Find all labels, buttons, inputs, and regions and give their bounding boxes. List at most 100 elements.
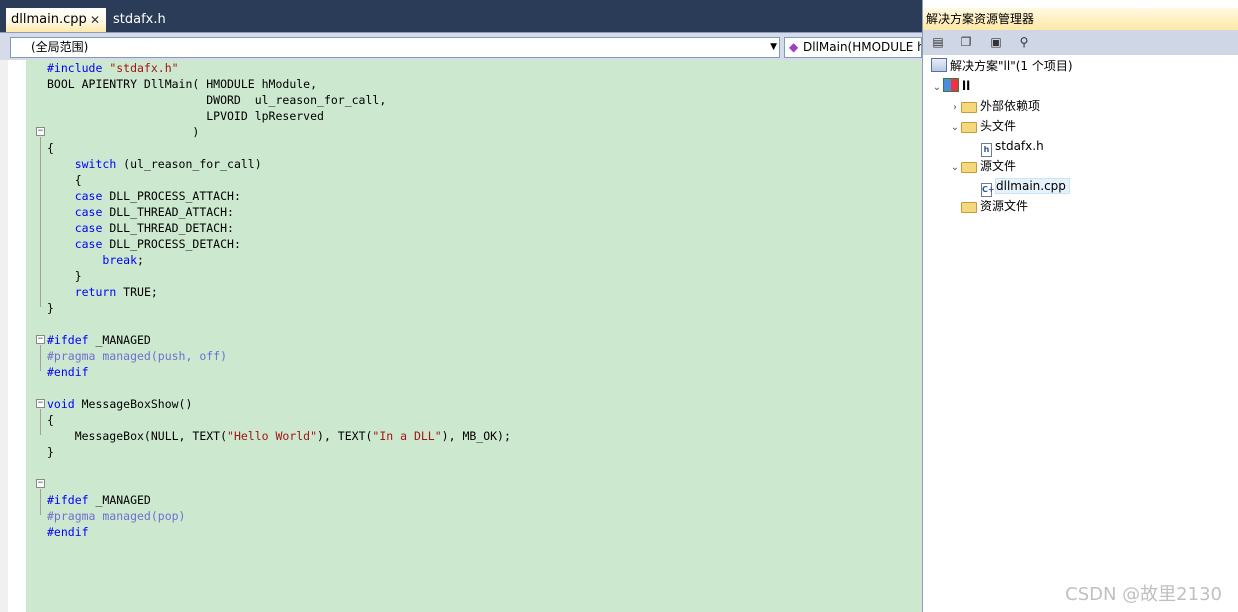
close-icon[interactable]: ✕ [90, 8, 100, 32]
collapse-icon[interactable]: − [36, 399, 45, 408]
code-line[interactable]: switch (ul_reason_for_call) [47, 156, 262, 172]
code-line[interactable]: case DLL_PROCESS_DETACH: [47, 236, 241, 252]
show-all-files-icon[interactable]: ❐ [957, 34, 975, 51]
expand-chevron-icon[interactable]: ⌄ [949, 158, 961, 178]
code-line[interactable]: } [47, 444, 54, 460]
code-line[interactable]: #include "stdafx.h" [47, 60, 179, 76]
code-token: #include [47, 61, 110, 75]
outline-line [40, 489, 41, 515]
outline-line [40, 137, 41, 307]
folder-icon [961, 102, 977, 113]
code-token: "Hello World" [227, 429, 318, 443]
code-token: DLL_THREAD_DETACH: [102, 221, 234, 235]
tree-item[interactable]: h stdafx.h [969, 136, 1044, 157]
code-token: DLL_PROCESS_DETACH: [102, 237, 241, 251]
tree-item[interactable]: ⌄ 头文件 [949, 116, 1016, 136]
code-line[interactable]: #endif [47, 524, 89, 540]
code-token: (ul_reason_for_call) [116, 157, 262, 171]
code-token: LPVOID lpReserved [47, 109, 324, 123]
expand-chevron-icon[interactable]: › [949, 98, 961, 118]
tree-item[interactable]: C+dllmain.cpp [969, 176, 1070, 197]
code-token: ), TEXT( [317, 429, 373, 443]
editor-gutter [0, 60, 26, 612]
tree-item-label: 解决方案"ll"(1 个项目) [950, 59, 1073, 73]
code-token: #endif [47, 525, 89, 539]
code-line[interactable]: break; [47, 252, 144, 268]
code-line[interactable]: { [47, 412, 54, 428]
code-line[interactable]: #pragma managed(pop) [47, 508, 185, 524]
document-tabs: dllmain.cpp ✕ stdafx.h [0, 8, 922, 32]
tree-item-label: 头文件 [980, 119, 1017, 133]
code-token: ), MB_OK); [441, 429, 511, 443]
scope-dropdown[interactable]: (全局范围) ▼ [10, 37, 780, 58]
code-token: ) [47, 125, 200, 139]
tree-item[interactable]: 解决方案"ll"(1 个项目) [931, 56, 1073, 76]
refresh-icon[interactable]: ▣ [987, 34, 1005, 51]
cpp-file-icon: C+ [981, 183, 995, 197]
properties-icon[interactable]: ▤ [929, 34, 947, 51]
code-token: case [74, 189, 103, 203]
code-line[interactable]: #pragma managed(push, off) [47, 348, 227, 364]
collapse-icon[interactable]: − [36, 479, 45, 488]
method-icon: ◆ [789, 40, 799, 54]
tree-item[interactable]: › 外部依赖项 [949, 96, 1040, 116]
tree-item[interactable]: ⌄ 源文件 [949, 156, 1016, 176]
code-line[interactable]: BOOL APIENTRY DllMain( HMODULE hModule, [47, 76, 317, 92]
tree-item[interactable]: 资源文件 [949, 196, 1028, 216]
code-line[interactable]: DWORD ul_reason_for_call, [47, 92, 386, 108]
explorer-title: 解决方案资源管理器 [923, 8, 1238, 30]
tree-item-label: stdafx.h [995, 139, 1044, 153]
folder-open-icon [961, 162, 977, 173]
member-dropdown[interactable]: ◆ DllMain(HMODULE h [784, 37, 922, 58]
code-line[interactable]: #ifdef _MANAGED [47, 332, 151, 348]
code-line[interactable]: } [47, 300, 54, 316]
tree-item[interactable]: ⌄ ll [931, 76, 970, 96]
view-class-diagram-icon[interactable]: ⚲ [1015, 34, 1033, 51]
code-line[interactable]: void MessageBoxShow() [47, 396, 192, 412]
code-token: _MANAGED [88, 333, 151, 347]
code-token: #pragma managed(pop) [47, 509, 186, 523]
code-line[interactable]: ) [47, 124, 199, 140]
code-line[interactable]: } [47, 268, 82, 284]
code-line[interactable]: return TRUE; [47, 284, 158, 300]
tree-item-label: 资源文件 [980, 199, 1029, 213]
code-token: MessageBoxShow() [74, 397, 193, 411]
code-token: { [47, 173, 82, 187]
code-line[interactable]: LPVOID lpReserved [47, 108, 324, 124]
code-token: } [47, 269, 82, 283]
expand-chevron-icon[interactable]: ⌄ [931, 78, 943, 98]
member-value: DllMain(HMODULE h [803, 40, 922, 54]
tree-item-label: dllmain.cpp [995, 178, 1070, 194]
code-line[interactable]: { [47, 140, 54, 156]
code-token: TRUE; [116, 285, 158, 299]
tab-dllmain-cpp[interactable]: dllmain.cpp ✕ [6, 8, 106, 32]
collapse-icon[interactable]: − [36, 335, 45, 344]
code-area[interactable]: #include "stdafx.h" BOOL APIENTRY DllMain… [26, 60, 922, 612]
code-line[interactable]: case DLL_PROCESS_ATTACH: [47, 188, 241, 204]
outline-line [40, 345, 41, 371]
code-token: return [74, 285, 117, 299]
code-line[interactable]: #endif [47, 364, 89, 380]
code-token: } [47, 445, 54, 459]
code-token: #endif [47, 365, 89, 379]
code-token: _MANAGED [88, 493, 151, 507]
dropdown-arrow-icon[interactable]: ▼ [770, 38, 777, 57]
collapse-icon[interactable]: − [36, 127, 45, 136]
code-line[interactable]: #ifdef _MANAGED [47, 492, 151, 508]
code-line[interactable]: { [47, 172, 82, 188]
tab-stdafx-h[interactable]: stdafx.h [108, 8, 178, 32]
code-line[interactable]: MessageBox(NULL, TEXT("Hello World"), TE… [47, 428, 511, 444]
tree-item-label: ll [962, 79, 971, 93]
outline-line [40, 409, 41, 435]
expand-chevron-icon[interactable]: ⌄ [949, 118, 961, 138]
tab-label: stdafx.h [113, 12, 166, 27]
code-token: ; [137, 253, 144, 267]
code-line[interactable]: case DLL_THREAD_ATTACH: [47, 204, 234, 220]
code-token: case [74, 237, 103, 251]
code-line[interactable]: case DLL_THREAD_DETACH: [47, 220, 234, 236]
